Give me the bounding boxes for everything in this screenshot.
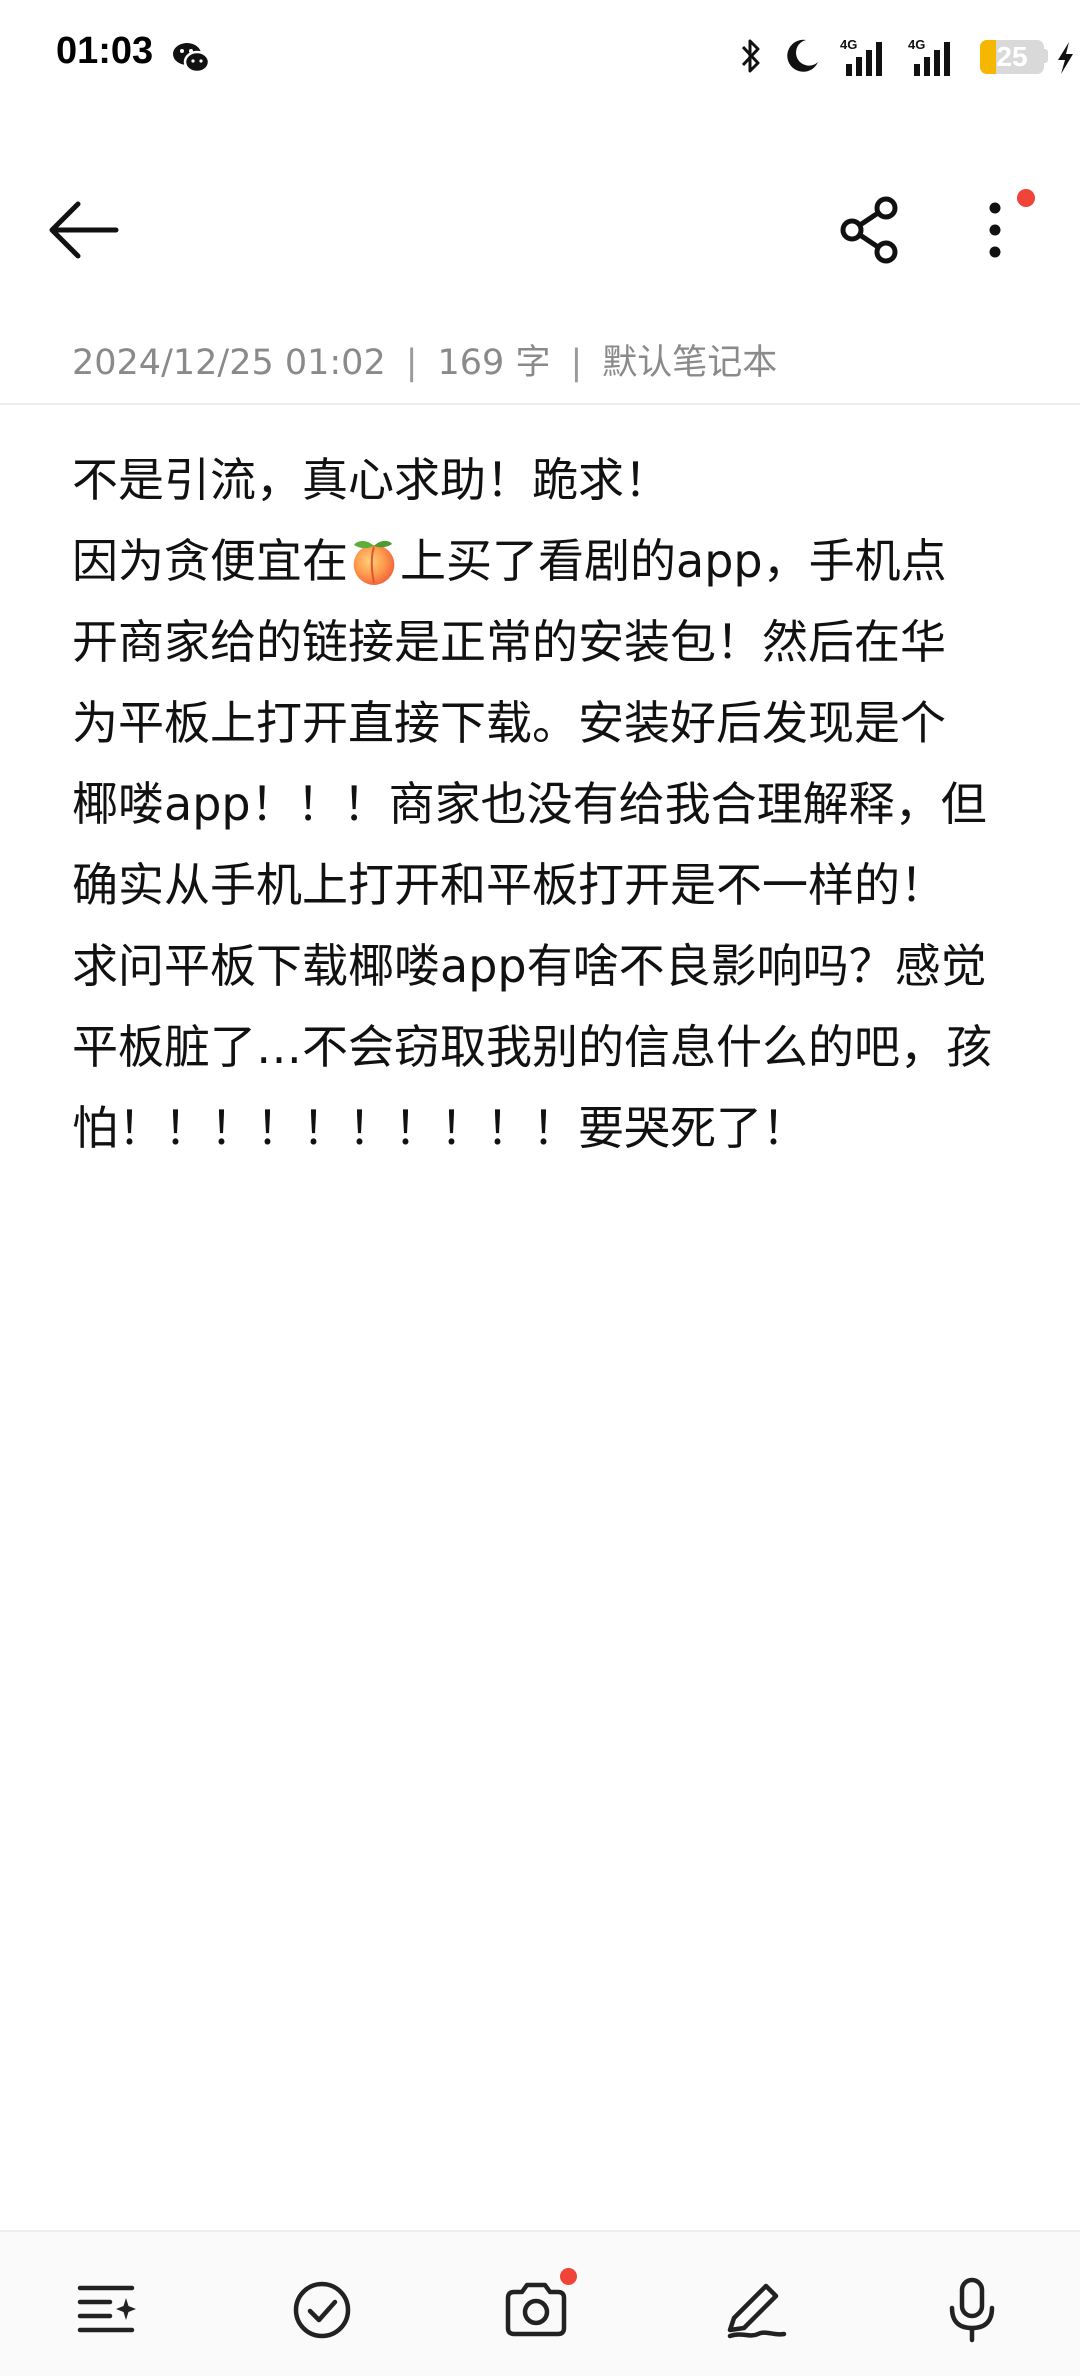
- back-arrow-icon[interactable]: [40, 190, 130, 270]
- status-bar: 01:03 4G 4G 25: [0, 0, 1080, 120]
- note-body-editor[interactable]: 不是引流，真心求助！跪求！ 因为贪便宜在 上买了看剧的app，手机点 开商家给的…: [72, 440, 1022, 1169]
- wechat-icon: [173, 43, 210, 74]
- bluetooth-icon: [741, 39, 760, 73]
- share-icon[interactable]: [830, 190, 910, 270]
- charging-icon: [1058, 42, 1073, 74]
- note-line: 不是引流，真心求助！跪求！: [72, 453, 670, 507]
- meta-separator: |: [405, 343, 418, 383]
- note-line: 平板脏了…不会窃取我别的信息什么的吧，孩: [72, 1020, 992, 1074]
- note-line-text: 上买了看剧的app，手机点: [400, 534, 947, 588]
- battery-level: 25: [996, 41, 1028, 72]
- more-notification-dot: [1017, 189, 1035, 207]
- note-toolbar: [0, 170, 1080, 290]
- do-not-disturb-moon-icon: [787, 39, 818, 72]
- note-line: 为平板上打开直接下载。安装好后发现是个: [72, 696, 946, 750]
- note-date: 2024/12/25 01:02: [72, 343, 386, 383]
- microphone-icon[interactable]: [934, 2272, 1010, 2348]
- note-line: 椰喽app！！！商家也没有给我合理解释，但: [72, 777, 987, 831]
- note-line: 怕！！！！！！！！！！要哭死了！: [72, 1101, 808, 1155]
- note-line: 求问平板下载椰喽app有啥不良影响吗？感觉: [72, 939, 987, 993]
- note-meta: 2024/12/25 01:02 | 169 字 | 默认笔记本: [72, 334, 777, 385]
- format-list-icon[interactable]: [70, 2272, 146, 2348]
- meta-divider: [0, 403, 1080, 405]
- svg-text:4G: 4G: [840, 37, 857, 52]
- note-word-count: 169 字: [437, 343, 551, 383]
- battery-tip: [1044, 49, 1048, 63]
- checklist-icon[interactable]: [284, 2272, 360, 2348]
- note-line: 开商家给的链接是正常的安装包！然后在华: [72, 615, 946, 669]
- meta-separator: |: [570, 343, 583, 383]
- camera-notification-dot: [560, 2268, 577, 2285]
- status-icons: 4G 4G 25: [680, 30, 1080, 80]
- signal-icon: 4G: [908, 37, 950, 76]
- svg-text:4G: 4G: [908, 37, 925, 52]
- note-line: 因为贪便宜在 上买了看剧的app，手机点: [72, 521, 1022, 602]
- notebook-selector[interactable]: 默认笔记本: [602, 343, 777, 383]
- bottom-toolbar: [0, 2230, 1080, 2376]
- battery-icon: 25: [980, 40, 1044, 74]
- peach-icon: [353, 540, 395, 585]
- signal-icon: 4G: [840, 37, 882, 76]
- note-line-text: 因为贪便宜在: [72, 534, 348, 588]
- note-line: 确实从手机上打开和平板打开是不一样的！: [72, 858, 946, 912]
- status-time: 01:03: [56, 30, 154, 72]
- handwriting-pen-icon[interactable]: [718, 2272, 794, 2348]
